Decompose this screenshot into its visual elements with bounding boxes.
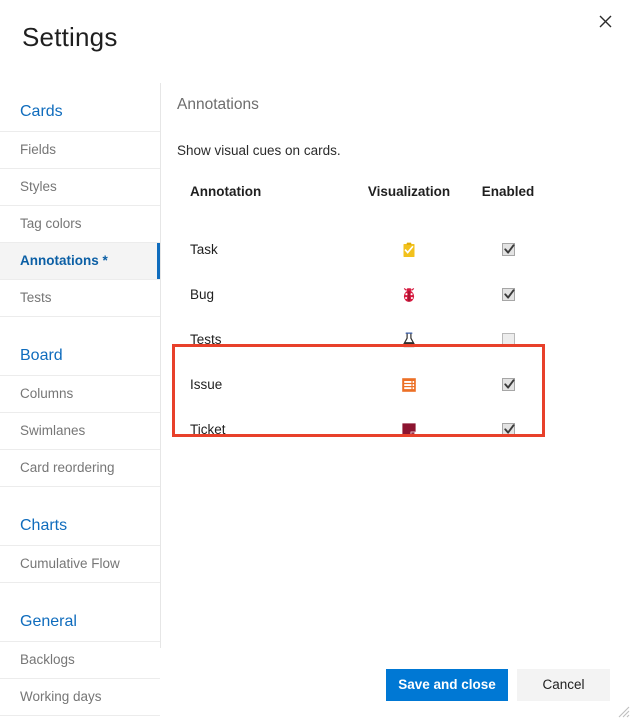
table-row: Bug <box>177 272 547 317</box>
sidebar-item-fields[interactable]: Fields <box>0 132 160 169</box>
annotation-name-task: Task <box>177 227 349 272</box>
enabled-checkbox-unchecked[interactable] <box>502 333 515 346</box>
dialog-footer: Save and close Cancel <box>0 658 632 720</box>
close-icon[interactable] <box>588 4 622 38</box>
sidebar-item-tests[interactable]: Tests <box>0 280 160 317</box>
close-x-icon <box>599 15 612 28</box>
enabled-checkbox-checked[interactable] <box>502 378 515 391</box>
nav-group-spacer <box>0 487 160 509</box>
checkmark-icon <box>504 288 515 301</box>
nav-group-spacer <box>0 583 160 605</box>
visualization-cell <box>349 317 469 362</box>
enabled-checkbox-checked[interactable] <box>502 423 515 436</box>
nav-group-header-general: General <box>0 605 160 642</box>
sidebar-item-cumulative-flow[interactable]: Cumulative Flow <box>0 546 160 583</box>
enabled-cell-ticket <box>469 407 547 452</box>
annotation-name-ticket: Ticket <box>177 407 349 452</box>
ticket-note-icon <box>401 422 417 438</box>
enabled-cell-task <box>469 227 547 272</box>
nav-group-header-cards: Cards <box>0 95 160 132</box>
sidebar-item-styles[interactable]: Styles <box>0 169 160 206</box>
checkmark-icon <box>504 243 515 256</box>
sidebar-item-swimlanes[interactable]: Swimlanes <box>0 413 160 450</box>
visualization-cell <box>349 407 469 452</box>
visualization-cell <box>349 272 469 317</box>
table-row: Ticket <box>177 407 547 452</box>
enabled-cell-bug <box>469 272 547 317</box>
table-row: Tests <box>177 317 547 362</box>
nav-group-board: BoardColumnsSwimlanesCard reordering <box>0 339 160 487</box>
column-header-annotation: Annotation <box>177 183 349 227</box>
enabled-cell-tests <box>469 317 547 362</box>
sidebar-item-tag-colors[interactable]: Tag colors <box>0 206 160 243</box>
checkmark-icon <box>504 378 515 391</box>
column-header-enabled: Enabled <box>469 183 547 227</box>
annotations-table-body: TaskBugTestsIssueTicket <box>177 227 547 452</box>
visualization-cell <box>349 227 469 272</box>
checkmark-icon <box>504 423 515 436</box>
sidebar-item-card-reordering[interactable]: Card reordering <box>0 450 160 487</box>
column-header-visualization: Visualization <box>349 183 469 227</box>
enabled-checkbox-checked[interactable] <box>502 243 515 256</box>
nav-group-charts: ChartsCumulative Flow <box>0 509 160 583</box>
panel-divider <box>160 83 161 648</box>
nav-group-header-board: Board <box>0 339 160 376</box>
ladybug-icon <box>401 287 417 303</box>
enabled-cell-issue <box>469 362 547 407</box>
annotation-name-tests: Tests <box>177 317 349 362</box>
nav-group-cards: CardsFieldsStylesTag colorsAnnotations *… <box>0 95 160 317</box>
resize-grip-icon[interactable] <box>618 706 630 718</box>
annotations-table: Annotation Visualization Enabled TaskBug… <box>177 183 547 452</box>
nav-group-header-charts: Charts <box>0 509 160 546</box>
visualization-cell <box>349 362 469 407</box>
flask-icon <box>401 332 417 348</box>
issue-list-icon <box>401 377 417 393</box>
sidebar-item-columns[interactable]: Columns <box>0 376 160 413</box>
table-row: Task <box>177 227 547 272</box>
save-and-close-button[interactable]: Save and close <box>386 669 508 701</box>
annotation-name-issue: Issue <box>177 362 349 407</box>
section-description: Show visual cues on cards. <box>177 142 617 160</box>
annotation-name-bug: Bug <box>177 272 349 317</box>
clipboard-check-icon <box>401 242 417 258</box>
nav-group-spacer <box>0 317 160 339</box>
table-header-row: Annotation Visualization Enabled <box>177 183 547 227</box>
settings-dialog: Settings CardsFieldsStylesTag colorsAnno… <box>0 0 632 720</box>
sidebar-item-annotations[interactable]: Annotations * <box>0 243 160 280</box>
section-title: Annotations <box>177 95 617 115</box>
page-title: Settings <box>22 20 118 54</box>
enabled-checkbox-checked[interactable] <box>502 288 515 301</box>
cancel-button[interactable]: Cancel <box>517 669 610 701</box>
settings-main-panel: Annotations Show visual cues on cards. A… <box>177 95 617 452</box>
table-row: Issue <box>177 362 547 407</box>
settings-sidebar: CardsFieldsStylesTag colorsAnnotations *… <box>0 95 160 720</box>
